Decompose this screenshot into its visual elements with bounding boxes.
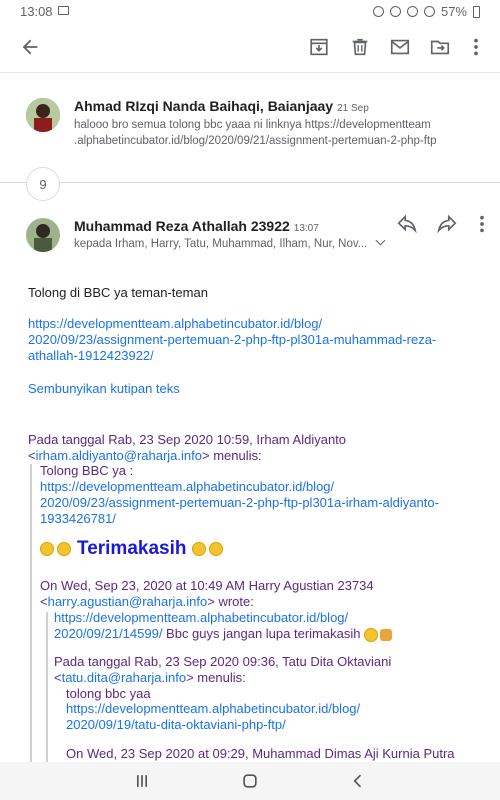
quote-text-1: Tolong BBC ya : bbox=[40, 463, 134, 478]
email-body-intro: Tolong di BBC ya teman-teman bbox=[28, 285, 208, 300]
email-recipients[interactable]: kepada Irham, Harry, Tatu, Muhammad, Ilh… bbox=[74, 235, 386, 250]
message-more-button[interactable] bbox=[468, 210, 496, 238]
quote-text-2: https://developmentteam.alphabetincubato… bbox=[54, 610, 393, 642]
image-notification-icon bbox=[58, 6, 69, 15]
battery-percent: 57% bbox=[440, 4, 467, 19]
email-snippet: halooo bro semua tolong bbc yaaa ni link… bbox=[74, 119, 437, 147]
battery-icon bbox=[473, 5, 480, 18]
back-button[interactable] bbox=[16, 33, 44, 61]
email-body-link[interactable]: https://developmentteam.alphabetincubato… bbox=[28, 316, 436, 364]
more-vert-icon bbox=[480, 215, 484, 233]
archive-icon bbox=[310, 38, 328, 56]
quote-link-1[interactable]: https://developmentteam.alphabetincubato… bbox=[40, 479, 439, 527]
hide-quoted-text-link[interactable]: Sembunyikan kutipan teks bbox=[28, 381, 180, 397]
status-time: 13:08 bbox=[20, 4, 53, 19]
reply-button[interactable] bbox=[393, 210, 421, 238]
smile-emoji-icon bbox=[209, 542, 224, 556]
alarm-icon bbox=[372, 6, 384, 17]
quote-link-2[interactable]: https://developmentteam.alphabetincubato… bbox=[54, 610, 392, 626]
system-nav-bar bbox=[0, 762, 500, 800]
quote-header-3: Pada tanggal Rab, 23 Sep 2020 09:36, Tat… bbox=[54, 654, 392, 685]
toolbar-divider bbox=[0, 72, 500, 73]
collapsed-messages-count[interactable]: 9 bbox=[26, 167, 60, 201]
chevron-left-icon bbox=[353, 774, 362, 788]
quote-bar-1 bbox=[30, 464, 32, 774]
mail-icon bbox=[390, 39, 410, 55]
quote-header-2: On Wed, Sep 23, 2020 at 10:49 AM Harry A… bbox=[40, 578, 374, 609]
trash-icon bbox=[352, 38, 368, 56]
collapsed-messages-line bbox=[0, 182, 500, 183]
quote-email-link-2[interactable]: harry.agustian@raharja.info bbox=[48, 594, 208, 609]
status-bar: 13:08 57% bbox=[0, 0, 500, 24]
thanks-heading: Terimakasih bbox=[40, 538, 224, 560]
signal-icon bbox=[423, 6, 435, 17]
mute-icon bbox=[389, 6, 401, 17]
archive-button[interactable] bbox=[305, 33, 333, 61]
quote-email-link-3[interactable]: tatu.dita@raharja.info bbox=[62, 670, 187, 685]
system-back-button[interactable] bbox=[346, 770, 370, 792]
quote-header-1: Pada tanggal Rab, 23 Sep 2020 10:59, Irh… bbox=[28, 432, 347, 463]
email-date: 21 Sep bbox=[337, 103, 369, 114]
email-sender: Ahmad RIzqi Nanda Baihaqi, Baianjaay 21 S… bbox=[74, 98, 369, 114]
recent-apps-icon bbox=[137, 775, 147, 787]
move-to-folder-icon bbox=[430, 40, 450, 55]
mark-unread-button[interactable] bbox=[386, 33, 414, 61]
recent-apps-button[interactable] bbox=[130, 770, 154, 792]
wifi-icon bbox=[406, 6, 418, 17]
smile-emoji-icon bbox=[364, 627, 379, 642]
forward-icon bbox=[437, 214, 457, 234]
avatar bbox=[26, 218, 60, 252]
pray-emoji-icon bbox=[380, 628, 393, 641]
email-time: 13:07 bbox=[293, 223, 319, 234]
email-sender: Muhammad Reza Athallah 23922 13:07 bbox=[74, 218, 319, 234]
quote-bar-2 bbox=[46, 612, 48, 772]
home-button[interactable] bbox=[238, 770, 262, 792]
move-to-button[interactable] bbox=[426, 33, 454, 61]
quote-link-3[interactable]: https://developmentteam.alphabetincubato… bbox=[66, 701, 360, 733]
arrow-back-icon bbox=[22, 39, 38, 55]
smile-emoji-icon bbox=[40, 542, 54, 556]
avatar bbox=[26, 98, 60, 132]
status-icons: 57% bbox=[372, 4, 480, 19]
more-vert-icon bbox=[474, 38, 478, 56]
smile-emoji-icon bbox=[192, 542, 207, 556]
home-icon bbox=[243, 774, 257, 788]
forward-button[interactable] bbox=[433, 210, 461, 238]
smile-emoji-icon bbox=[57, 542, 71, 556]
more-options-button[interactable] bbox=[462, 33, 490, 61]
toolbar bbox=[0, 24, 500, 70]
quote-header-4: On Wed, 23 Sep 2020 at 09:29, Muhammad D… bbox=[66, 746, 455, 761]
quote-email-link-1[interactable]: irham.aldiyanto@raharja.info bbox=[36, 448, 202, 463]
reply-icon bbox=[397, 214, 417, 234]
chevron-down-icon bbox=[375, 235, 386, 246]
quote-text-3: tolong bbc yaa bbox=[66, 686, 151, 701]
delete-button[interactable] bbox=[346, 33, 374, 61]
